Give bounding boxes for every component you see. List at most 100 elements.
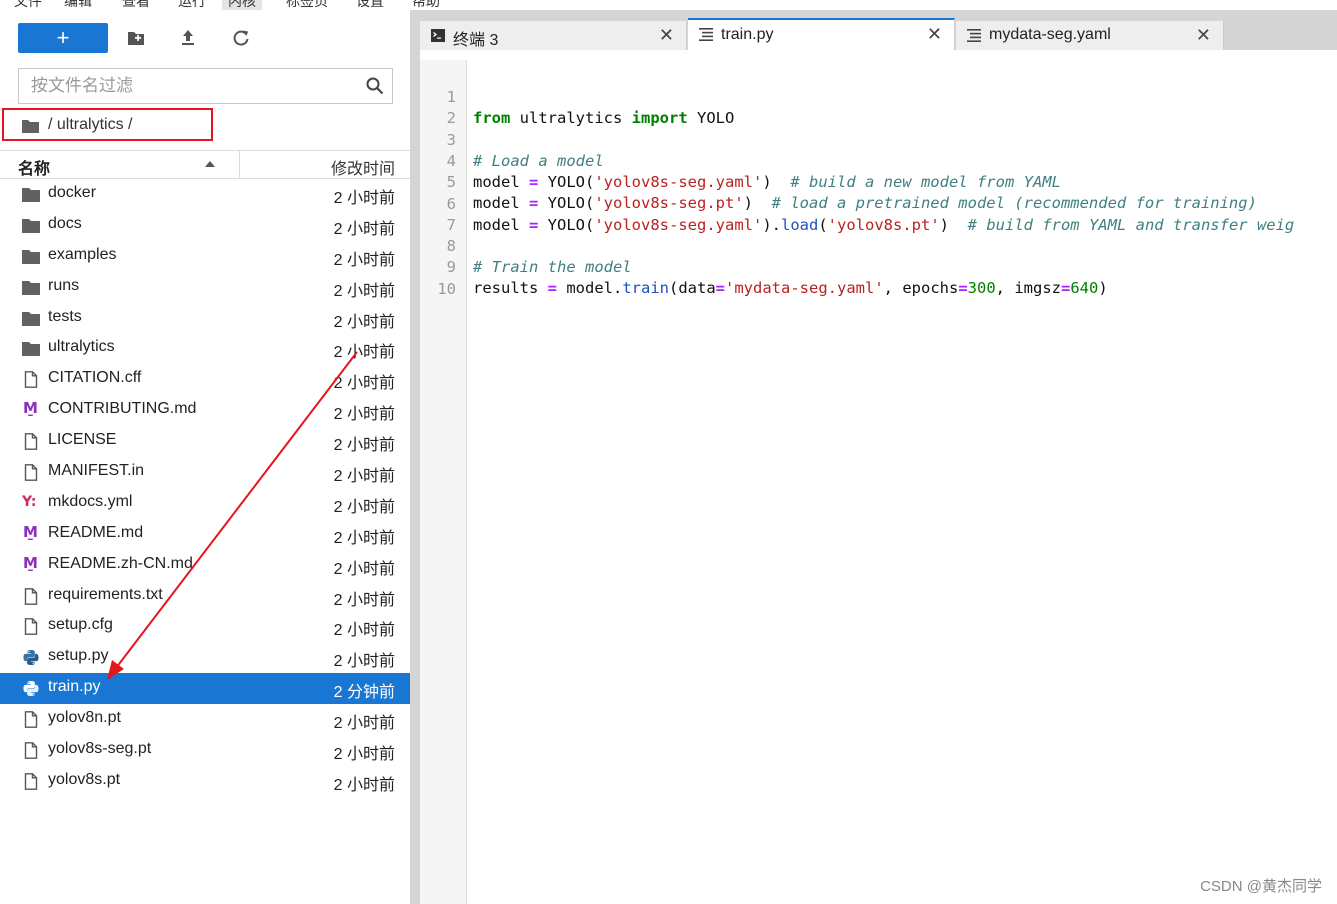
file-name[interactable]: setup.cfg xyxy=(48,616,113,634)
file-row[interactable]: setup.cfg 2 小时前 xyxy=(0,611,410,642)
code-editor[interactable]: 1 from ultralytics import YOLO 2 3 # Loa… xyxy=(420,60,1337,904)
file-modified-time: 2 小时前 xyxy=(333,406,395,424)
file-name[interactable]: docs xyxy=(48,215,82,233)
file-row[interactable]: tests 2 小时前 xyxy=(0,303,410,334)
file-row[interactable]: requirements.txt 2 小时前 xyxy=(0,581,410,612)
file-name[interactable]: train.py xyxy=(48,678,100,696)
filter-input[interactable] xyxy=(19,69,361,103)
search-icon[interactable] xyxy=(366,77,384,95)
file-icon xyxy=(24,742,38,759)
text-file-icon xyxy=(699,28,713,41)
code-line[interactable]: 2 xyxy=(420,87,1337,127)
file-name[interactable]: examples xyxy=(48,246,116,264)
file-row[interactable]: runs 2 小时前 xyxy=(0,272,410,303)
upload-icon[interactable] xyxy=(178,28,198,48)
file-name[interactable]: yolov8n.pt xyxy=(48,709,121,727)
file-name[interactable]: yolov8s-seg.pt xyxy=(48,740,151,758)
line-number: 10 xyxy=(437,279,456,298)
file-name[interactable]: ultralytics xyxy=(48,338,115,356)
file-row[interactable]: MANIFEST.in 2 小时前 xyxy=(0,457,410,488)
file-name[interactable]: mkdocs.yml xyxy=(48,493,132,511)
file-modified-time: 2 小时前 xyxy=(333,715,395,733)
close-icon[interactable]: ✕ xyxy=(1196,25,1211,45)
file-row[interactable]: train.py 2 分钟前 xyxy=(0,673,410,705)
file-row[interactable]: yolov8s.pt 2 小时前 xyxy=(0,766,410,797)
file-name[interactable]: yolov8s.pt xyxy=(48,771,120,789)
file-icon xyxy=(24,773,38,790)
breadcrumb-path[interactable]: / ultralytics / xyxy=(48,116,132,134)
folder-icon xyxy=(22,218,40,233)
tab-bar: 终端 3 ✕ train.py ✕ mydata-seg.yaml ✕ xyxy=(420,10,1337,50)
file-list-header: 名称 修改时间 xyxy=(0,150,410,179)
column-header-modified[interactable]: 修改时间 xyxy=(331,155,395,179)
tab-mydata-seg-yaml[interactable]: mydata-seg.yaml ✕ xyxy=(956,21,1224,50)
file-name[interactable]: setup.py xyxy=(48,647,108,665)
column-divider[interactable] xyxy=(239,151,240,178)
code-line[interactable]: 5 model = YOLO('yolov8s-seg.pt') # load … xyxy=(420,151,1337,212)
column-header-name[interactable]: 名称 xyxy=(18,155,50,179)
file-modified-time: 2 小时前 xyxy=(333,190,395,207)
file-name[interactable]: README.md xyxy=(48,524,143,542)
markdown-icon: M̱ xyxy=(23,399,38,418)
file-icon xyxy=(24,587,38,605)
code-line[interactable]: 6 model = YOLO('yolov8s-seg.yaml').load(… xyxy=(420,173,1337,234)
close-icon[interactable]: ✕ xyxy=(659,25,674,45)
file-row[interactable]: setup.py 2 小时前 xyxy=(0,642,410,673)
file-modified-time: 2 小时前 xyxy=(333,591,395,609)
code-line[interactable]: 7 xyxy=(420,194,1337,234)
close-icon[interactable]: ✕ xyxy=(927,24,942,44)
file-row[interactable]: M̱ README.md 2 小时前 xyxy=(0,519,410,550)
tab-terminal-3[interactable]: 终端 3 ✕ xyxy=(420,21,687,50)
code-line[interactable]: 10 xyxy=(420,258,1337,298)
home-folder-icon[interactable] xyxy=(22,119,39,133)
file-modified-time: 2 小时前 xyxy=(333,746,395,764)
code-text[interactable]: results = model.train(data='mydata-seg.y… xyxy=(473,278,1108,299)
file-name[interactable]: MANIFEST.in xyxy=(48,462,144,480)
file-row[interactable]: ultralytics 2 小时前 xyxy=(0,333,410,364)
file-name[interactable]: runs xyxy=(48,277,79,295)
file-modified-time: 2 小时前 xyxy=(333,622,395,640)
file-row[interactable]: M̱ README.zh-CN.md 2 小时前 xyxy=(0,550,410,581)
file-name[interactable]: CONTRIBUTING.md xyxy=(48,400,196,418)
new-launcher-button[interactable]: + xyxy=(18,23,108,53)
file-row[interactable]: M̱ CONTRIBUTING.md 2 小时前 xyxy=(0,395,410,426)
code-line[interactable]: 3 # Load a model xyxy=(420,109,1337,170)
code-line[interactable]: 9 results = model.train(data='mydata-seg… xyxy=(420,236,1337,297)
file-modified-time: 2 小时前 xyxy=(333,529,395,547)
file-row[interactable]: CITATION.cff 2 小时前 xyxy=(0,364,410,395)
file-name[interactable]: CITATION.cff xyxy=(48,369,141,387)
folder-icon xyxy=(22,249,40,264)
file-name[interactable]: README.zh-CN.md xyxy=(48,555,193,573)
file-row[interactable]: examples 2 小时前 xyxy=(0,241,410,272)
file-icon xyxy=(24,711,38,729)
file-row[interactable]: yolov8n.pt 2 小时前 xyxy=(0,704,410,735)
code-line[interactable]: 8 # Train the model xyxy=(420,215,1337,276)
file-modified-time: 2 小时前 xyxy=(333,251,395,269)
file-modified-time: 2 小时前 xyxy=(333,344,395,362)
tab-train-py[interactable]: train.py ✕ xyxy=(688,18,955,50)
terminal-icon xyxy=(431,29,445,42)
file-name[interactable]: docker xyxy=(48,184,96,202)
code-line[interactable]: 4 model = YOLO('yolov8s-seg.yaml') # bui… xyxy=(420,130,1337,191)
file-browser-panel: + / ultralytics / 名称 修改时间 xyxy=(0,10,410,904)
file-row[interactable]: docs 2 小时前 xyxy=(0,210,410,241)
file-modified-time: 2 小时前 xyxy=(333,653,395,671)
panel-splitter[interactable] xyxy=(410,10,420,904)
file-row[interactable]: Y: mkdocs.yml 2 小时前 xyxy=(0,488,410,519)
tab-label: 终端 3 xyxy=(453,32,499,49)
file-icon xyxy=(24,371,38,389)
new-folder-icon[interactable] xyxy=(126,28,146,48)
file-modified-time: 2 小时前 xyxy=(333,498,395,516)
markdown-icon: M̱ xyxy=(23,553,38,572)
refresh-icon[interactable] xyxy=(231,28,251,48)
sort-ascending-icon xyxy=(205,161,215,167)
text-file-icon xyxy=(967,29,981,42)
file-name[interactable]: requirements.txt xyxy=(48,586,163,604)
file-name[interactable]: tests xyxy=(48,308,82,326)
file-row[interactable]: docker 2 小时前 xyxy=(0,179,410,210)
file-row[interactable]: yolov8s-seg.pt 2 小时前 xyxy=(0,735,410,766)
file-name[interactable]: LICENSE xyxy=(48,431,116,449)
markdown-icon: M̱ xyxy=(23,522,38,541)
file-row[interactable]: LICENSE 2 小时前 xyxy=(0,426,410,457)
code-line[interactable]: 1 from ultralytics import YOLO xyxy=(420,66,1337,127)
